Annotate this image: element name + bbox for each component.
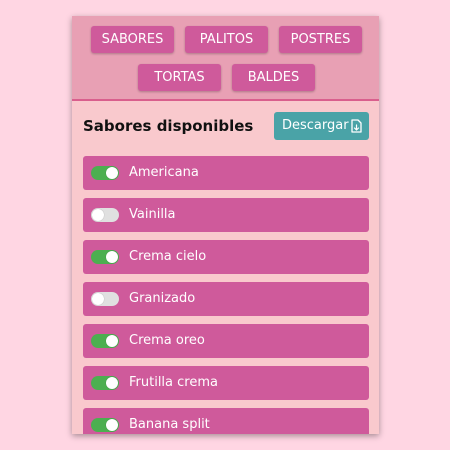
flavor-item: Granizado [83, 282, 369, 316]
flavor-item: Banana split [83, 408, 369, 434]
toggle-knob [106, 251, 118, 263]
flavor-name: Granizado [129, 291, 196, 306]
download-button-label: Descargar [282, 118, 349, 133]
category-nav: SABORES PALITOS POSTRES TORTAS BALDES [72, 16, 379, 101]
flavor-name: Americana [129, 165, 199, 180]
flavor-toggle[interactable] [91, 418, 119, 432]
flavor-item: Americana [83, 156, 369, 190]
nav-button-palitos[interactable]: PALITOS [185, 26, 268, 53]
toggle-knob [92, 209, 104, 221]
nav-button-tortas[interactable]: TORTAS [138, 64, 221, 91]
flavor-item: Crema oreo [83, 324, 369, 358]
flavor-item: Frutilla crema [83, 366, 369, 400]
flavor-toggle[interactable] [91, 376, 119, 390]
nav-button-sabores[interactable]: SABORES [91, 26, 174, 53]
flavor-toggle[interactable] [91, 166, 119, 180]
flavor-item: Vainilla [83, 198, 369, 232]
flavor-item: Crema cielo [83, 240, 369, 274]
flavor-name: Crema oreo [129, 333, 205, 348]
toggle-knob [106, 377, 118, 389]
main-panel: SABORES PALITOS POSTRES TORTAS BALDES Sa… [72, 16, 379, 434]
flavor-name: Banana split [129, 417, 210, 432]
download-button[interactable]: Descargar [274, 112, 369, 140]
nav-button-baldes[interactable]: BALDES [232, 64, 315, 91]
flavor-toggle[interactable] [91, 334, 119, 348]
flavor-name: Vainilla [129, 207, 176, 222]
page-title: Sabores disponibles [83, 117, 254, 135]
toggle-knob [106, 335, 118, 347]
flavor-toggle[interactable] [91, 292, 119, 306]
file-download-icon [351, 119, 362, 133]
toggle-knob [92, 293, 104, 305]
toggle-knob [106, 419, 118, 431]
nav-button-postres[interactable]: POSTRES [279, 26, 362, 53]
flavor-name: Frutilla crema [129, 375, 218, 390]
flavor-toggle[interactable] [91, 250, 119, 264]
flavor-toggle[interactable] [91, 208, 119, 222]
flavor-name: Crema cielo [129, 249, 207, 264]
toggle-knob [106, 167, 118, 179]
